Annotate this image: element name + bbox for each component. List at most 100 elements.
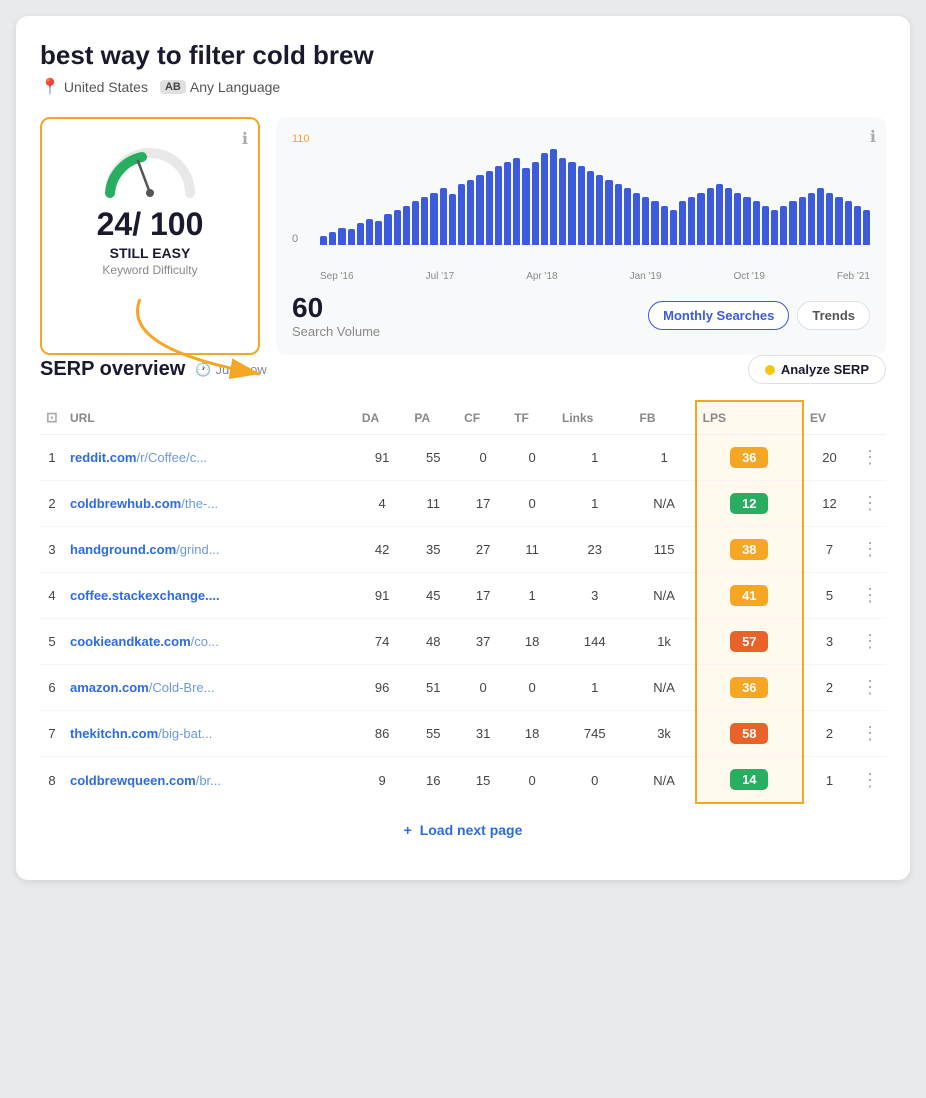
fb-cell: 1k bbox=[634, 619, 696, 665]
analyze-serp-button[interactable]: Analyze SERP bbox=[748, 355, 886, 384]
tf-cell: 18 bbox=[508, 619, 556, 665]
pa-cell: 51 bbox=[408, 665, 458, 711]
rank-cell: 7 bbox=[40, 711, 64, 757]
chart-bar bbox=[799, 197, 806, 245]
chart-bar bbox=[661, 206, 668, 245]
url-domain: coffee.stackexchange.... bbox=[70, 588, 220, 603]
url-domain: handground.com bbox=[70, 542, 176, 557]
more-options-button[interactable]: ⋮ bbox=[861, 677, 880, 697]
chart-bar bbox=[679, 201, 686, 245]
links-cell: 144 bbox=[556, 619, 634, 665]
chart-bar bbox=[357, 223, 364, 245]
links-cell: 1 bbox=[556, 435, 634, 481]
lps-cell: 41 bbox=[696, 573, 803, 619]
pa-cell: 55 bbox=[408, 711, 458, 757]
url-link[interactable]: handground.com/grind... bbox=[70, 542, 220, 557]
url-path: /br... bbox=[196, 773, 221, 788]
chart-info-icon[interactable]: ℹ bbox=[870, 127, 876, 147]
lang-badge: AB bbox=[160, 80, 186, 94]
chart-bar bbox=[578, 166, 585, 245]
search-volume-display: 60 Search Volume bbox=[292, 292, 380, 339]
cf-cell: 0 bbox=[458, 435, 508, 481]
url-link[interactable]: cookieandkate.com/co... bbox=[70, 634, 219, 649]
url-cell: reddit.com/r/Coffee/c... bbox=[64, 435, 356, 481]
chart-bar bbox=[504, 162, 511, 245]
url-cell: coldbrewqueen.com/br... bbox=[64, 757, 356, 804]
more-options-button[interactable]: ⋮ bbox=[861, 631, 880, 651]
chart-x-label: Jan '19 bbox=[630, 271, 662, 282]
more-options-button[interactable]: ⋮ bbox=[861, 539, 880, 559]
url-link[interactable]: amazon.com/Cold-Bre... bbox=[70, 680, 215, 695]
tf-cell: 11 bbox=[508, 527, 556, 573]
more-options-button[interactable]: ⋮ bbox=[861, 585, 880, 605]
main-card: best way to filter cold brew 📍 United St… bbox=[16, 16, 910, 880]
chart-bar bbox=[863, 210, 870, 245]
url-path: /the-... bbox=[181, 496, 218, 511]
chart-bar bbox=[532, 162, 539, 245]
rank-cell: 8 bbox=[40, 757, 64, 804]
load-next-page[interactable]: + Load next page bbox=[40, 804, 886, 856]
chart-bar bbox=[826, 193, 833, 245]
ev-cell: 5 bbox=[803, 573, 855, 619]
pa-cell: 11 bbox=[408, 481, 458, 527]
fb-cell: N/A bbox=[634, 573, 696, 619]
chart-bar bbox=[651, 201, 658, 245]
chart-bar bbox=[734, 193, 741, 245]
cf-cell: 17 bbox=[458, 481, 508, 527]
table-row: 7 thekitchn.com/big-bat... 86 55 31 18 7… bbox=[40, 711, 886, 757]
expand-icon: ⊡ bbox=[46, 409, 58, 425]
more-options-button[interactable]: ⋮ bbox=[861, 493, 880, 513]
chart-bar bbox=[789, 201, 796, 245]
fb-cell: 115 bbox=[634, 527, 696, 573]
lps-cell: 14 bbox=[696, 757, 803, 804]
pa-cell: 16 bbox=[408, 757, 458, 804]
cf-cell: 15 bbox=[458, 757, 508, 804]
table-row: 3 handground.com/grind... 42 35 27 11 23… bbox=[40, 527, 886, 573]
rank-cell: 4 bbox=[40, 573, 64, 619]
tab-monthly-searches[interactable]: Monthly Searches bbox=[648, 301, 789, 330]
lps-cell: 36 bbox=[696, 435, 803, 481]
th-links: Links bbox=[556, 401, 634, 435]
url-domain: reddit.com bbox=[70, 450, 136, 465]
fb-cell: N/A bbox=[634, 665, 696, 711]
more-options-button[interactable]: ⋮ bbox=[861, 723, 880, 743]
chart-bar bbox=[633, 193, 640, 245]
url-link[interactable]: thekitchn.com/big-bat... bbox=[70, 726, 212, 741]
serp-title: SERP overview bbox=[40, 358, 185, 381]
chart-bar bbox=[835, 197, 842, 245]
chart-bar bbox=[845, 201, 852, 245]
kd-info-icon[interactable]: ℹ bbox=[242, 129, 248, 149]
serp-table: ⊡ URL DA PA CF TF Links FB LPS EV 1 redd… bbox=[40, 400, 886, 804]
location-label: United States bbox=[64, 79, 148, 95]
pa-cell: 45 bbox=[408, 573, 458, 619]
url-link[interactable]: coldbrewqueen.com/br... bbox=[70, 773, 221, 788]
pa-cell: 35 bbox=[408, 527, 458, 573]
links-cell: 3 bbox=[556, 573, 634, 619]
serp-section: SERP overview 🕐 Just now Analyze SERP ⊡ … bbox=[40, 355, 886, 856]
tab-trends[interactable]: Trends bbox=[797, 301, 870, 330]
pa-cell: 55 bbox=[408, 435, 458, 481]
kd-card: ℹ 24/ 100 STILL EASY Keyword Difficulty bbox=[40, 117, 260, 355]
tf-cell: 0 bbox=[508, 665, 556, 711]
links-cell: 1 bbox=[556, 665, 634, 711]
lps-badge: 36 bbox=[730, 447, 768, 468]
url-link[interactable]: coldbrewhub.com/the-... bbox=[70, 496, 218, 511]
chart-y-max: 110 bbox=[292, 133, 310, 145]
more-cell: ⋮ bbox=[855, 573, 886, 619]
tf-cell: 1 bbox=[508, 573, 556, 619]
url-link[interactable]: reddit.com/r/Coffee/c... bbox=[70, 450, 207, 465]
search-volume-number: 60 bbox=[292, 292, 380, 324]
chart-bar bbox=[753, 201, 760, 245]
more-options-button[interactable]: ⋮ bbox=[861, 447, 880, 467]
th-lps: LPS bbox=[696, 401, 803, 435]
url-link[interactable]: coffee.stackexchange.... bbox=[70, 588, 220, 603]
chart-bar bbox=[421, 197, 428, 245]
chart-bar bbox=[771, 210, 778, 245]
chart-bar bbox=[605, 180, 612, 245]
da-cell: 96 bbox=[356, 665, 409, 711]
url-path: /co... bbox=[191, 634, 219, 649]
more-options-button[interactable]: ⋮ bbox=[861, 770, 880, 790]
th-da: DA bbox=[356, 401, 409, 435]
chart-bar bbox=[430, 193, 437, 245]
kd-gauge bbox=[100, 143, 200, 198]
